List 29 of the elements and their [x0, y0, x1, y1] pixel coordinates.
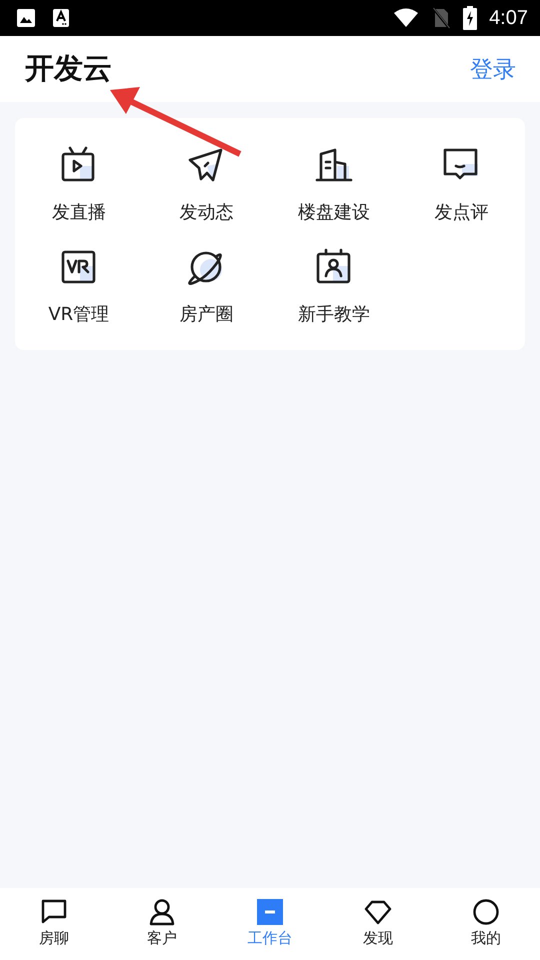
wifi-icon — [393, 8, 420, 28]
tool-label[interactable]: 房产圈 — [179, 302, 234, 326]
no-sim-icon — [431, 7, 452, 29]
diamond-icon — [364, 898, 392, 926]
battery-charging-icon — [463, 6, 478, 30]
font-icon — [52, 8, 70, 28]
building-icon — [314, 146, 353, 184]
vr-icon — [60, 248, 98, 286]
tool-label[interactable]: VR管理 — [48, 302, 110, 326]
nav-tab[interactable]: 客户 — [108, 888, 216, 960]
clock-time: 4:07 — [489, 6, 528, 30]
tool-label[interactable]: 发点评 — [434, 200, 488, 224]
tool-label[interactable]: 发直播 — [52, 200, 106, 224]
nav-tab[interactable]: 工作台 — [216, 888, 324, 960]
tool-label[interactable]: 新手教学 — [298, 302, 370, 326]
image-icon — [16, 8, 36, 28]
nav-tab[interactable]: 我的 — [432, 888, 540, 960]
circle-icon — [472, 898, 500, 926]
paper-plane-icon — [187, 146, 226, 184]
nav-tab[interactable]: 房聊 — [0, 888, 108, 960]
contact-card-icon — [314, 248, 353, 286]
chat-bubble-icon — [40, 898, 68, 926]
person-icon — [148, 898, 176, 926]
workbench-icon — [256, 898, 284, 926]
tool-label[interactable]: 发动态 — [179, 200, 234, 224]
tool-label[interactable]: 楼盘建设 — [298, 200, 370, 224]
login-link[interactable]: 登录 — [470, 54, 516, 84]
nav-tab[interactable]: 发现 — [324, 888, 432, 960]
app-title: 开发云 — [25, 50, 112, 87]
